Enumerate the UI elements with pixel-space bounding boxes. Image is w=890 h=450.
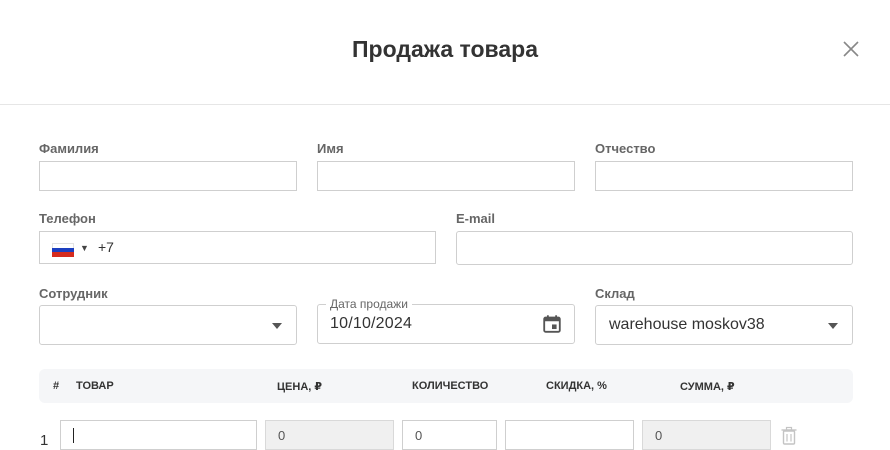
patronymic-input[interactable] [595,161,853,191]
country-dropdown-caret-icon[interactable]: ▼ [80,243,89,253]
col-header-discount: СКИДКА, % [546,380,607,392]
discount-input[interactable] [505,420,634,450]
email-input[interactable] [456,231,853,265]
product-input[interactable] [60,420,257,450]
first-name-input[interactable] [317,161,575,191]
russia-flag-icon[interactable] [52,243,74,257]
col-header-product: ТОВАР [76,380,114,392]
price-value: 0 [278,428,286,443]
row-number: 1 [40,432,49,449]
calendar-icon[interactable] [541,313,563,335]
text-cursor [73,428,74,443]
sale-date-input[interactable]: Дата продажи 10/10/2024 [317,297,575,344]
phone-input[interactable]: ▼ +7 [39,231,436,264]
warehouse-select[interactable]: warehouse moskov38 [595,305,853,345]
sum-field: 0 [642,420,771,450]
quantity-input[interactable]: 0 [402,420,497,450]
col-header-quantity: КОЛИЧЕСТВО [412,380,489,392]
warehouse-label: Склад [595,286,635,301]
sale-date-value: 10/10/2024 [330,315,413,332]
col-header-sum: СУММА, ₽ [680,381,735,393]
price-field: 0 [265,420,394,450]
dialog-title: Продажа товара [352,36,538,62]
col-header-price: ЦЕНА, ₽ [277,381,323,393]
first-name-label: Имя [317,141,344,156]
dialog-header: Продажа товара [0,0,890,105]
quantity-value: 0 [415,428,423,443]
last-name-label: Фамилия [39,141,99,156]
col-header-number: # [53,380,60,392]
email-label: E-mail [456,211,496,226]
phone-code: +7 [98,239,114,255]
last-name-input[interactable] [39,161,297,191]
trash-icon[interactable] [780,426,798,446]
phone-label: Телефон [39,211,96,226]
patronymic-label: Отчество [595,141,656,156]
chevron-down-icon [828,323,838,329]
warehouse-value: warehouse moskov38 [609,316,765,333]
products-table-header: # ТОВАР ЦЕНА, ₽ КОЛИЧЕСТВО СКИДКА, % СУМ… [39,369,853,403]
employee-select[interactable] [39,305,297,345]
sum-value: 0 [655,428,663,443]
employee-label: Сотрудник [39,286,108,301]
sale-date-label: Дата продажи [326,297,412,311]
chevron-down-icon [272,323,282,329]
close-icon[interactable] [840,38,862,60]
